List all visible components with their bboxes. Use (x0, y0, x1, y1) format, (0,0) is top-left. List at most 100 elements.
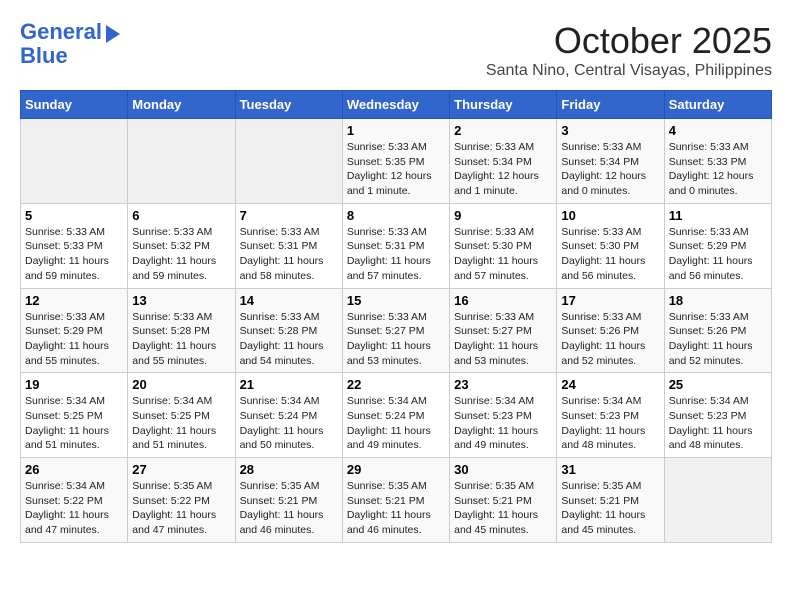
calendar-cell: 9Sunrise: 5:33 AM Sunset: 5:30 PM Daylig… (450, 203, 557, 288)
day-info: Sunrise: 5:33 AM Sunset: 5:28 PM Dayligh… (132, 310, 230, 369)
day-info: Sunrise: 5:33 AM Sunset: 5:34 PM Dayligh… (561, 140, 659, 199)
day-info: Sunrise: 5:33 AM Sunset: 5:35 PM Dayligh… (347, 140, 445, 199)
month-title: October 2025 (486, 20, 772, 62)
day-number: 7 (240, 208, 338, 223)
day-info: Sunrise: 5:35 AM Sunset: 5:21 PM Dayligh… (240, 479, 338, 538)
day-number: 13 (132, 293, 230, 308)
col-header-thursday: Thursday (450, 91, 557, 119)
day-info: Sunrise: 5:34 AM Sunset: 5:22 PM Dayligh… (25, 479, 123, 538)
calendar-week-row: 1Sunrise: 5:33 AM Sunset: 5:35 PM Daylig… (21, 119, 772, 204)
calendar-week-row: 19 Sunrise: 5:34 AM Sunset: 5:25 PM Dayli… (21, 373, 772, 458)
calendar-cell: 6 Sunrise: 5:33 AM Sunset: 5:32 PM Daylig… (128, 203, 235, 288)
day-number: 3 (561, 123, 659, 138)
page-header: General Blue October 2025 Santa Nino, Ce… (20, 20, 772, 80)
day-number: 26 (25, 462, 123, 477)
day-number: 31 (561, 462, 659, 477)
day-info: Sunrise: 5:34 AM Sunset: 5:23 PM Dayligh… (561, 394, 659, 453)
col-header-saturday: Saturday (664, 91, 771, 119)
calendar-cell (235, 119, 342, 204)
day-number: 2 (454, 123, 552, 138)
calendar-week-row: 26 Sunrise: 5:34 AM Sunset: 5:22 PM Dayli… (21, 458, 772, 543)
day-number: 21 (240, 377, 338, 392)
day-info: Sunrise: 5:33 AM Sunset: 5:27 PM Dayligh… (347, 310, 445, 369)
day-number: 27 (132, 462, 230, 477)
calendar-cell: 31 Sunrise: 5:35 AM Sunset: 5:21 PM Dayli… (557, 458, 664, 543)
day-info: Sunrise: 5:33 AM Sunset: 5:30 PM Dayligh… (561, 225, 659, 284)
day-info: Sunrise: 5:33 AM Sunset: 5:32 PM Dayligh… (132, 225, 230, 284)
logo-general: General (20, 19, 102, 44)
calendar-cell: 30 Sunrise: 5:35 AM Sunset: 5:21 PM Dayli… (450, 458, 557, 543)
calendar-cell (664, 458, 771, 543)
calendar-cell: 1Sunrise: 5:33 AM Sunset: 5:35 PM Daylig… (342, 119, 449, 204)
day-number: 5 (25, 208, 123, 223)
day-info: Sunrise: 5:34 AM Sunset: 5:25 PM Dayligh… (132, 394, 230, 453)
calendar-cell: 8 Sunrise: 5:33 AM Sunset: 5:31 PM Daylig… (342, 203, 449, 288)
day-info: Sunrise: 5:33 AM Sunset: 5:33 PM Dayligh… (25, 225, 123, 284)
day-number: 24 (561, 377, 659, 392)
calendar-body: 1Sunrise: 5:33 AM Sunset: 5:35 PM Daylig… (21, 119, 772, 543)
calendar-cell: 2 Sunrise: 5:33 AM Sunset: 5:34 PM Daylig… (450, 119, 557, 204)
day-info: Sunrise: 5:35 AM Sunset: 5:21 PM Dayligh… (561, 479, 659, 538)
calendar-cell: 4Sunrise: 5:33 AM Sunset: 5:33 PM Daylig… (664, 119, 771, 204)
day-number: 8 (347, 208, 445, 223)
calendar-cell: 18Sunrise: 5:33 AM Sunset: 5:26 PM Dayli… (664, 288, 771, 373)
calendar-cell: 23 Sunrise: 5:34 AM Sunset: 5:23 PM Dayli… (450, 373, 557, 458)
day-number: 15 (347, 293, 445, 308)
day-number: 11 (669, 208, 767, 223)
day-info: Sunrise: 5:33 AM Sunset: 5:30 PM Dayligh… (454, 225, 552, 284)
calendar-cell: 27Sunrise: 5:35 AM Sunset: 5:22 PM Dayli… (128, 458, 235, 543)
col-header-tuesday: Tuesday (235, 91, 342, 119)
calendar-cell: 12Sunrise: 5:33 AM Sunset: 5:29 PM Dayli… (21, 288, 128, 373)
calendar-cell: 10Sunrise: 5:33 AM Sunset: 5:30 PM Dayli… (557, 203, 664, 288)
logo: General Blue (20, 20, 120, 68)
calendar-cell: 24 Sunrise: 5:34 AM Sunset: 5:23 PM Dayli… (557, 373, 664, 458)
day-info: Sunrise: 5:35 AM Sunset: 5:21 PM Dayligh… (454, 479, 552, 538)
day-info: Sunrise: 5:33 AM Sunset: 5:26 PM Dayligh… (669, 310, 767, 369)
col-header-sunday: Sunday (21, 91, 128, 119)
location-subtitle: Santa Nino, Central Visayas, Philippines (486, 62, 772, 80)
calendar-cell: 14Sunrise: 5:33 AM Sunset: 5:28 PM Dayli… (235, 288, 342, 373)
day-number: 29 (347, 462, 445, 477)
day-info: Sunrise: 5:33 AM Sunset: 5:26 PM Dayligh… (561, 310, 659, 369)
logo-text: General (20, 20, 102, 44)
day-info: Sunrise: 5:35 AM Sunset: 5:21 PM Dayligh… (347, 479, 445, 538)
day-number: 17 (561, 293, 659, 308)
calendar-cell: 21 Sunrise: 5:34 AM Sunset: 5:24 PM Dayli… (235, 373, 342, 458)
title-block: October 2025 Santa Nino, Central Visayas… (486, 20, 772, 80)
day-number: 16 (454, 293, 552, 308)
logo-blue: Blue (20, 44, 120, 68)
calendar-cell: 17 Sunrise: 5:33 AM Sunset: 5:26 PM Dayli… (557, 288, 664, 373)
day-info: Sunrise: 5:34 AM Sunset: 5:25 PM Dayligh… (25, 394, 123, 453)
day-info: Sunrise: 5:34 AM Sunset: 5:23 PM Dayligh… (454, 394, 552, 453)
col-header-wednesday: Wednesday (342, 91, 449, 119)
day-info: Sunrise: 5:34 AM Sunset: 5:24 PM Dayligh… (240, 394, 338, 453)
day-number: 30 (454, 462, 552, 477)
calendar-cell: 29 Sunrise: 5:35 AM Sunset: 5:21 PM Dayli… (342, 458, 449, 543)
day-number: 20 (132, 377, 230, 392)
day-info: Sunrise: 5:33 AM Sunset: 5:29 PM Dayligh… (25, 310, 123, 369)
day-info: Sunrise: 5:33 AM Sunset: 5:34 PM Dayligh… (454, 140, 552, 199)
day-info: Sunrise: 5:33 AM Sunset: 5:31 PM Dayligh… (347, 225, 445, 284)
calendar-cell (21, 119, 128, 204)
calendar-cell: 28Sunrise: 5:35 AM Sunset: 5:21 PM Dayli… (235, 458, 342, 543)
calendar-cell (128, 119, 235, 204)
day-info: Sunrise: 5:33 AM Sunset: 5:31 PM Dayligh… (240, 225, 338, 284)
day-number: 23 (454, 377, 552, 392)
day-info: Sunrise: 5:33 AM Sunset: 5:27 PM Dayligh… (454, 310, 552, 369)
calendar-cell: 5 Sunrise: 5:33 AM Sunset: 5:33 PM Daylig… (21, 203, 128, 288)
logo-arrow-icon (106, 25, 120, 43)
calendar-cell: 11 Sunrise: 5:33 AM Sunset: 5:29 PM Dayli… (664, 203, 771, 288)
day-number: 6 (132, 208, 230, 223)
day-info: Sunrise: 5:34 AM Sunset: 5:23 PM Dayligh… (669, 394, 767, 453)
day-info: Sunrise: 5:34 AM Sunset: 5:24 PM Dayligh… (347, 394, 445, 453)
day-info: Sunrise: 5:33 AM Sunset: 5:33 PM Dayligh… (669, 140, 767, 199)
calendar-cell: 13 Sunrise: 5:33 AM Sunset: 5:28 PM Dayli… (128, 288, 235, 373)
calendar-cell: 20 Sunrise: 5:34 AM Sunset: 5:25 PM Dayli… (128, 373, 235, 458)
day-number: 14 (240, 293, 338, 308)
day-number: 19 (25, 377, 123, 392)
calendar-header-row: SundayMondayTuesdayWednesdayThursdayFrid… (21, 91, 772, 119)
day-number: 22 (347, 377, 445, 392)
calendar-cell: 16 Sunrise: 5:33 AM Sunset: 5:27 PM Dayli… (450, 288, 557, 373)
day-info: Sunrise: 5:33 AM Sunset: 5:29 PM Dayligh… (669, 225, 767, 284)
calendar-table: SundayMondayTuesdayWednesdayThursdayFrid… (20, 90, 772, 543)
